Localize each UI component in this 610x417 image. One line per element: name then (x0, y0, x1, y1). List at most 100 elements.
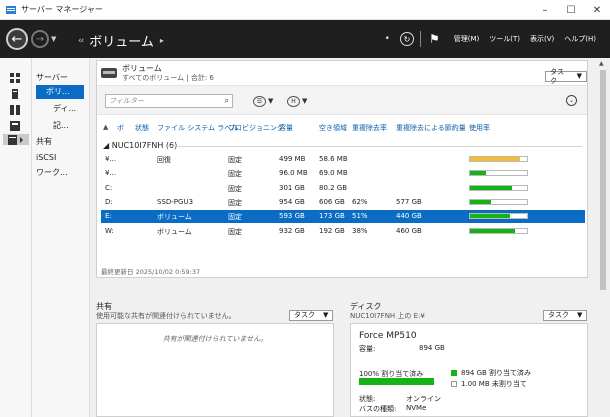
sidebar-item-storage[interactable]: 記... (53, 119, 69, 133)
cell-capacity: 301 GB (279, 183, 305, 192)
menu-help[interactable]: ヘルプ(H) (564, 34, 596, 44)
col-volume[interactable]: ボ (117, 123, 124, 133)
legend-allocated-label: 894 GB 割り当て済み (461, 369, 532, 377)
refresh-button[interactable]: ↻ (399, 32, 414, 46)
cell-free-space: 69.0 MB (319, 169, 348, 178)
notifications-flag-icon[interactable]: ⚑ (429, 32, 440, 46)
task-label: タスク (294, 311, 315, 319)
cell-volume: W: (105, 226, 114, 235)
query-options-button[interactable]: ☰ (253, 96, 266, 107)
cell-dedup-savings: 440 GB (396, 212, 422, 221)
sidebar-item-volumes[interactable]: ボリ... (36, 85, 84, 99)
shares-task-button[interactable]: タスク ▼ (289, 310, 334, 321)
scroll-thumb[interactable] (600, 70, 606, 290)
disk-content: Force MP510 容量: 894 GB 100% 割り当て済み 894 G… (350, 323, 588, 417)
all-servers-icon[interactable] (8, 104, 22, 115)
minimize-button[interactable]: – (532, 0, 558, 20)
collapse-group-icon[interactable]: ◢ (103, 141, 109, 150)
group-divider (167, 146, 582, 147)
menu-view[interactable]: 表示(V) (530, 34, 554, 44)
search-icon[interactable]: ⌕ (225, 95, 229, 107)
page-scrollbar[interactable]: ▲ (596, 58, 610, 417)
col-usage[interactable]: 使用率 (469, 123, 490, 133)
menu-manage[interactable]: 管理(M) (454, 34, 480, 44)
sidebar-item-iscsi[interactable]: iSCSI (36, 151, 56, 165)
filter-toolbar: フィルター ⌕ ☰ ▼ H ▼ ⌄ (97, 85, 587, 115)
cell-provisioning: 固定 (228, 170, 242, 179)
usage-bar-fill (470, 171, 486, 176)
usage-bar-fill (470, 228, 516, 233)
sidebar-item-work-folders[interactable]: ワーク... (36, 166, 68, 180)
col-provisioning[interactable]: プロビジョニング (228, 123, 284, 133)
volumes-panel: ボリューム すべてのボリューム | 合計: 6 タスク ▼ フィルター ⌕ ☰ ▼… (96, 60, 588, 278)
scroll-up-icon[interactable]: ▲ (599, 60, 604, 67)
table-row[interactable]: D: SSD-PGU3 固定 954 GB 606 GB 62% 577 GB (101, 196, 585, 209)
file-storage-icon[interactable] (8, 120, 22, 131)
menu-tools[interactable]: ツール(T) (489, 34, 520, 44)
usage-bar (469, 227, 528, 234)
table-row[interactable]: ¥... 回復 固定 499 MB 58.6 MB (101, 153, 585, 166)
usage-bar (469, 184, 528, 191)
legend-unallocated-label: 1.00 MB 未割り当て (461, 380, 527, 388)
cell-volume: D: (105, 197, 113, 206)
table-row[interactable]: W: ボリューム 固定 932 GB 192 GB 38% 460 GB (101, 225, 585, 238)
local-server-icon[interactable] (8, 88, 22, 99)
disk-bus-value: NVMe (406, 404, 427, 412)
sidebar-item-disks[interactable]: ディ... (53, 102, 76, 116)
cell-dedup-rate: 51% (352, 212, 368, 221)
task-label: タスク (548, 311, 569, 319)
cell-capacity: 593 GB (279, 212, 305, 221)
filter-input[interactable]: フィルター ⌕ (105, 94, 233, 108)
close-button[interactable]: ✕ (584, 0, 610, 20)
disk-task-button[interactable]: タスク ▼ (543, 310, 588, 321)
col-free-space[interactable]: 空き領域 (319, 123, 347, 133)
shares-content: 共有が関連付けられていません。 (96, 323, 334, 417)
cell-provisioning: 固定 (228, 156, 242, 164)
forward-arrow-icon: → (35, 33, 45, 45)
col-fs-label[interactable]: ファイル システム ラベル (157, 123, 238, 133)
query-options-dropdown-icon[interactable]: ▼ (268, 97, 273, 105)
legend-allocated: 894 GB 割り当て済み (451, 368, 531, 378)
table-row[interactable]: E: ボリューム 固定 593 GB 173 GB 51% 440 GB (101, 210, 585, 224)
usage-bar (469, 198, 528, 205)
server-manager-icon (6, 5, 16, 14)
col-dedup-savings[interactable]: 重複除去による節約量 (396, 123, 466, 133)
disk-capacity-label: 容量: (359, 345, 376, 353)
disk-panel: ディスク NUC10I7FNH 上の E:¥ タスク ▼ Force MP510 … (350, 298, 588, 417)
cell-free-space: 80.2 GB (319, 183, 348, 192)
storage-services-icon[interactable] (3, 134, 29, 145)
forward-button[interactable]: → (31, 30, 49, 48)
shares-panel: 共有 使用可能な共有が関連付けられていません。 タスク ▼ 共有が関連付けられてい… (96, 298, 334, 417)
disk-bus-label: バスの種類: (359, 405, 397, 413)
save-query-button[interactable]: H (287, 96, 300, 107)
table-row[interactable]: C: 固定 301 GB 80.2 GB (101, 182, 585, 195)
dashboard-icon[interactable] (8, 72, 22, 83)
sidebar: サーバー ボリ... ディ... 記... 共有 iSCSI ワーク... (32, 58, 90, 417)
breadcrumb: ‹‹ ボリューム ▸ (78, 31, 164, 50)
collapse-button[interactable]: ⌄ (566, 95, 577, 106)
cell-free-space: 606 GB (319, 197, 345, 206)
maximize-button[interactable]: ☐ (558, 0, 584, 20)
save-query-dropdown-icon[interactable]: ▼ (302, 97, 307, 105)
back-arrow-icon: ← (11, 31, 23, 47)
cell-fs-label: SSD-PGU3 (157, 197, 194, 206)
cell-provisioning: 固定 (228, 227, 242, 236)
usage-bar-fill (470, 185, 512, 190)
col-capacity[interactable]: 容量 (279, 123, 293, 133)
filter-placeholder: フィルター (109, 97, 144, 105)
cell-provisioning: 固定 (228, 184, 242, 193)
cell-dedup-rate: 62% (352, 197, 368, 206)
sidebar-item-servers[interactable]: サーバー (36, 71, 68, 85)
breadcrumb-chevron-icon[interactable]: ▸ (160, 36, 164, 45)
disk-capacity-value: 894 GB (419, 344, 445, 352)
sidebar-item-shares[interactable]: 共有 (36, 135, 52, 149)
cell-volume: ¥... (105, 155, 117, 163)
col-dedup-rate[interactable]: 重複除去率 (352, 123, 387, 133)
col-status[interactable]: 状態 (135, 123, 149, 133)
back-button[interactable]: ← (6, 28, 28, 50)
table-row[interactable]: ¥... 固定 96.0 MB 69.0 MB (101, 167, 585, 180)
history-dropdown-icon[interactable]: ▼ (51, 35, 56, 43)
cell-provisioning: 固定 (228, 213, 242, 222)
cell-dedup-rate: 38% (352, 226, 368, 235)
volumes-task-button[interactable]: タスク ▼ (545, 68, 587, 85)
